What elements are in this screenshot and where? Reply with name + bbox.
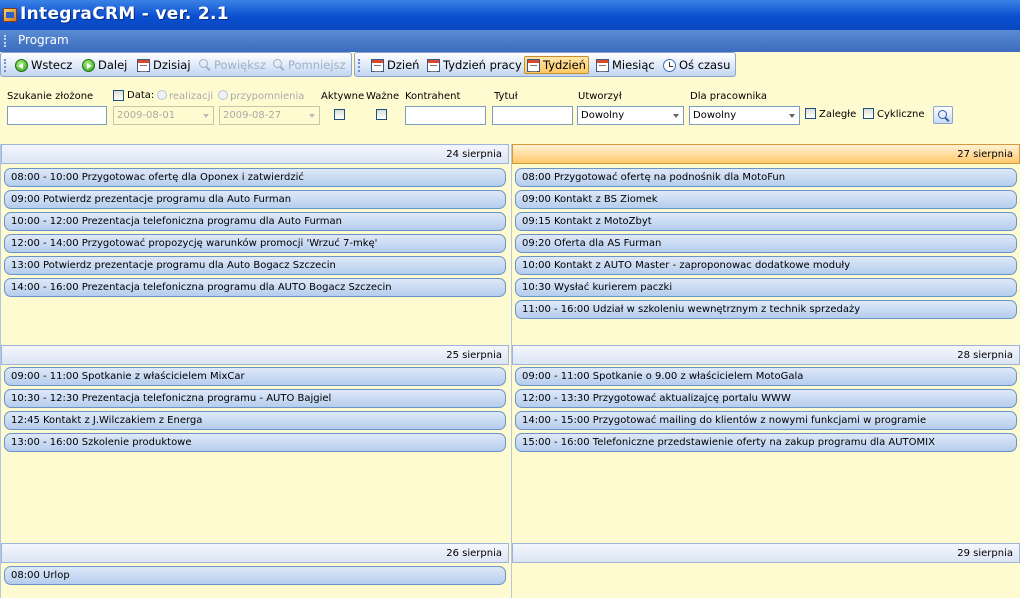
chevron-down-icon [789, 114, 795, 118]
back-arrow-icon [15, 58, 28, 72]
calendar-event[interactable]: 08:00 Przygotować ofertę na podnośnik dl… [515, 168, 1017, 187]
calendar-event[interactable]: 09:00 Kontakt z BS Ziomek [515, 190, 1017, 209]
calendar-week-icon [527, 58, 540, 72]
view-day-button[interactable]: Dzień [369, 56, 421, 74]
toolbar-grip[interactable] [4, 59, 6, 72]
employee-select[interactable]: Dowolny [689, 106, 800, 125]
clock-icon [663, 58, 676, 72]
important-checkbox[interactable] [376, 109, 387, 120]
contractor-label: Kontrahent [405, 91, 461, 102]
magnifier-icon [273, 59, 285, 71]
view-work-week-button[interactable]: Tydzień pracy [425, 56, 524, 74]
date-filter-label: Data: [127, 90, 155, 101]
complex-search-input[interactable] [7, 106, 107, 125]
calendar-event[interactable]: 14:00 - 15:00 Przygotować mailing do kli… [515, 411, 1017, 430]
app-title: IntegraCRM - ver. 2.1 [20, 4, 229, 24]
day-header[interactable]: 26 sierpnia [1, 543, 509, 563]
calendar-work-week-icon [427, 58, 440, 72]
calendar-event[interactable]: 10:00 Kontakt z AUTO Master - zaproponow… [515, 256, 1017, 275]
chevron-down-icon [309, 114, 315, 118]
search-icon [938, 110, 950, 122]
menu-program[interactable]: Program [18, 33, 69, 47]
radio-icon [218, 90, 228, 100]
date-to-picker[interactable]: 2009-08-27 [219, 106, 320, 125]
calendar-event[interactable]: 12:45 Kontakt z J.Wilczakiem z Energa [4, 411, 506, 430]
zoom-out-button[interactable]: Pomniejsz [271, 56, 348, 74]
cyclic-checkbox[interactable] [863, 108, 874, 119]
created-by-select[interactable]: Dowolny [577, 106, 684, 125]
calendar-event[interactable]: 10:30 Wysłać kurierem paczki [515, 278, 1017, 297]
contractor-input[interactable] [405, 106, 486, 125]
week-calendar: 24 sierpnia 08:00 - 10:00 Przygotowac of… [0, 144, 1020, 598]
view-month-button[interactable]: Miesiąc [594, 56, 657, 74]
calendar-event[interactable]: 13:00 - 16:00 Szkolenie produktowe [4, 433, 506, 452]
radio-icon [157, 90, 167, 100]
created-by-label: Utworzył [578, 91, 622, 102]
active-label: Aktywne [321, 91, 365, 102]
calendar-month-icon [596, 58, 609, 72]
date-filter-checkbox[interactable] [113, 90, 124, 101]
navigation-toolbar: Wstecz Dalej Dzisiaj Powiększ Pomniejsz [0, 52, 352, 77]
title-filter-label: Tytuł [494, 91, 518, 102]
today-button[interactable]: Dzisiaj [135, 56, 193, 74]
calendar-event[interactable]: 10:30 - 12:30 Prezentacja telefoniczna p… [4, 389, 506, 408]
calendar-event[interactable]: 09:00 Potwierdz prezentacje programu dla… [4, 190, 506, 209]
view-timeline-button[interactable]: Oś czasu [661, 56, 732, 74]
calendar-event[interactable]: 12:00 - 14:00 Przygotować propozycję war… [4, 234, 506, 253]
employee-label: Dla pracownika [690, 91, 768, 102]
complex-search-label: Szukanie złożone [7, 91, 94, 102]
calendar-event[interactable]: 09:20 Oferta dla AS Furman [515, 234, 1017, 253]
calendar-event[interactable]: 08:00 Urlop [4, 566, 506, 585]
back-button[interactable]: Wstecz [13, 56, 74, 74]
overdue-checkbox[interactable] [805, 108, 816, 119]
day-header[interactable]: 29 sierpnia [512, 543, 1020, 563]
menu-bar: Program [0, 30, 1020, 52]
calendar-event[interactable]: 11:00 - 16:00 Udział w szkoleniu wewnętr… [515, 300, 1017, 319]
zoom-in-button[interactable]: Powiększ [197, 56, 268, 74]
day-cell-25[interactable]: 25 sierpnia 09:00 - 11:00 Spotkanie z wł… [0, 345, 509, 546]
day-cell-27[interactable]: 27 sierpnia 08:00 Przygotować ofertę na … [511, 144, 1020, 345]
search-button[interactable] [933, 106, 953, 124]
calendar-event[interactable]: 09:15 Kontakt z MotoZbyt [515, 212, 1017, 231]
day-cell-29[interactable]: 29 sierpnia [511, 543, 1020, 598]
date-reminder-option[interactable]: przypomnienia [218, 90, 304, 102]
calendar-icon [137, 58, 150, 72]
calendar-event[interactable]: 10:00 - 12:00 Prezentacja telefoniczna p… [4, 212, 506, 231]
overdue-label: Zaległe [819, 109, 857, 120]
chevron-down-icon [203, 114, 209, 118]
day-cell-28[interactable]: 28 sierpnia 09:00 - 11:00 Spotkanie o 9.… [511, 345, 1020, 546]
calendar-event[interactable]: 09:00 - 11:00 Spotkanie o 9.00 z właścic… [515, 367, 1017, 386]
important-label: Ważne [366, 91, 400, 102]
forward-arrow-icon [82, 58, 95, 72]
date-realization-option[interactable]: realizacji [157, 90, 213, 102]
calendar-day-icon [371, 58, 384, 72]
day-cell-26[interactable]: 26 sierpnia 08:00 Urlop [0, 543, 509, 598]
day-header[interactable]: 24 sierpnia [1, 144, 509, 164]
day-header-today[interactable]: 27 sierpnia [512, 144, 1020, 164]
day-cell-24[interactable]: 24 sierpnia 08:00 - 10:00 Przygotowac of… [0, 144, 509, 345]
calendar-event[interactable]: 15:00 - 16:00 Telefoniczne przedstawieni… [515, 433, 1017, 452]
calendar-event[interactable]: 08:00 - 10:00 Przygotowac ofertę dla Opo… [4, 168, 506, 187]
calendar-event[interactable]: 14:00 - 16:00 Prezentacja telefoniczna p… [4, 278, 506, 297]
title-bar: IntegraCRM - ver. 2.1 [0, 0, 1020, 30]
view-week-button[interactable]: Tydzień [524, 56, 589, 74]
calendar-event[interactable]: 12:00 - 13:30 Przygotować aktualizajcę p… [515, 389, 1017, 408]
title-filter-input[interactable] [492, 106, 573, 125]
day-header[interactable]: 28 sierpnia [512, 345, 1020, 365]
toolbar-grip[interactable] [358, 59, 360, 72]
chevron-down-icon [673, 114, 679, 118]
calendar-event[interactable]: 09:00 - 11:00 Spotkanie z właścicielem M… [4, 367, 506, 386]
app-icon [3, 8, 17, 22]
cyclic-label: Cykliczne [877, 109, 925, 120]
view-toolbar: Dzień Tydzień pracy Tydzień Miesiąc Oś c… [354, 52, 736, 77]
day-header[interactable]: 25 sierpnia [1, 345, 509, 365]
active-checkbox[interactable] [334, 109, 345, 120]
menu-grip [4, 35, 6, 47]
magnifier-icon [199, 59, 211, 71]
calendar-event[interactable]: 13:00 Potwierdz prezentacje programu dla… [4, 256, 506, 275]
forward-button[interactable]: Dalej [80, 56, 129, 74]
date-from-picker[interactable]: 2009-08-01 [113, 106, 214, 125]
